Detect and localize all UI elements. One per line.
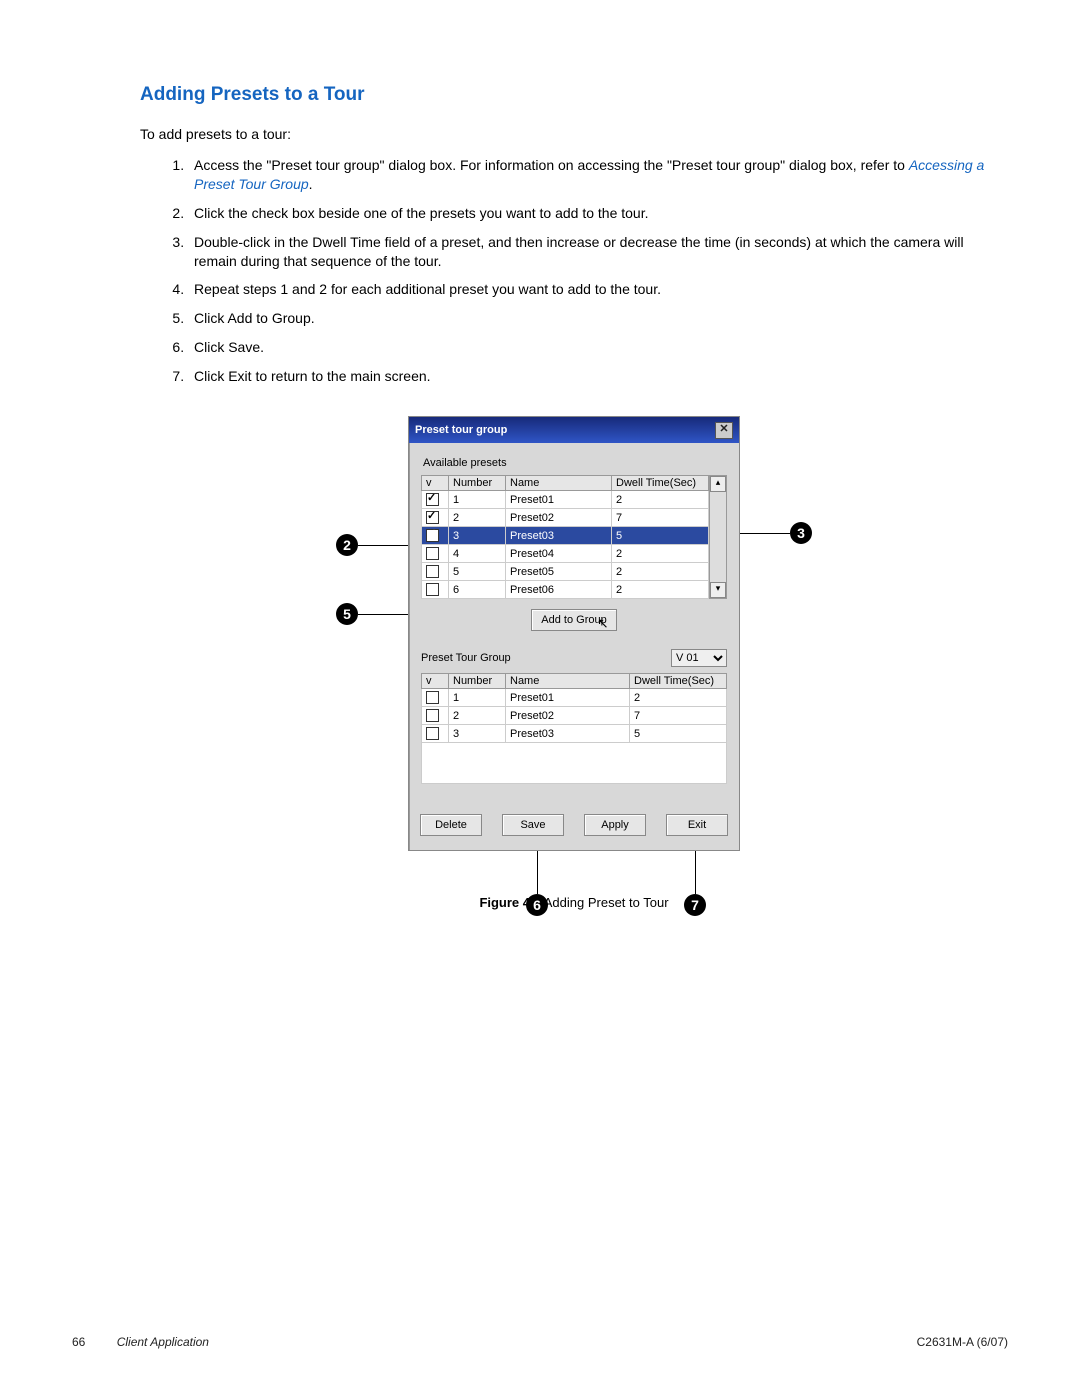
- preset-checkbox[interactable]: [426, 529, 439, 542]
- callout-2: 2: [336, 534, 358, 556]
- tour-group-table: v Number Name Dwell Time(Sec) 1Preset012…: [421, 673, 727, 743]
- footer-app-name: Client Application: [117, 1335, 209, 1349]
- cell-dwell[interactable]: 7: [612, 509, 709, 527]
- table-row[interactable]: 2Preset027: [422, 707, 727, 725]
- cell-dwell[interactable]: 5: [630, 725, 727, 743]
- table-row[interactable]: 6Preset062: [422, 581, 709, 599]
- figure-wrap: 2 3 5 6 7 Preset tour group ✕ Available …: [354, 416, 794, 910]
- step-1-text-a: Access the "Preset tour group" dialog bo…: [194, 157, 909, 173]
- available-presets-table: v Number Name Dwell Time(Sec) 1Preset012…: [421, 475, 709, 599]
- preset-checkbox[interactable]: [426, 583, 439, 596]
- callout-5: 5: [336, 603, 358, 625]
- apply-button[interactable]: Apply: [584, 814, 646, 836]
- cell-name: Preset05: [506, 563, 612, 581]
- section-heading: Adding Presets to a Tour: [140, 84, 1008, 106]
- cell-dwell[interactable]: 2: [612, 491, 709, 509]
- cell-number: 4: [449, 545, 506, 563]
- available-presets-label: Available presets: [423, 457, 727, 469]
- figure-caption: Figure 47. Adding Preset to Tour: [354, 895, 794, 910]
- cell-name: Preset02: [506, 509, 612, 527]
- step-7: Click Exit to return to the main screen.: [188, 367, 1008, 386]
- col-dwell[interactable]: Dwell Time(Sec): [612, 476, 709, 491]
- preset-tour-group-label: Preset Tour Group: [421, 652, 511, 664]
- step-3: Double-click in the Dwell Time field of …: [188, 233, 1008, 271]
- col-number-2[interactable]: Number: [449, 674, 506, 689]
- step-5: Click Add to Group.: [188, 309, 1008, 328]
- table-row[interactable]: 3Preset035: [422, 527, 709, 545]
- cell-number: 1: [449, 491, 506, 509]
- delete-button[interactable]: Delete: [420, 814, 482, 836]
- step-6: Click Save.: [188, 338, 1008, 357]
- table-row[interactable]: 2Preset027: [422, 509, 709, 527]
- col-dwell-2[interactable]: Dwell Time(Sec): [630, 674, 727, 689]
- cell-dwell[interactable]: 7: [630, 707, 727, 725]
- preset-checkbox[interactable]: [426, 727, 439, 740]
- callout-3: 3: [790, 522, 812, 544]
- exit-button[interactable]: Exit: [666, 814, 728, 836]
- figure-caption-text: Adding Preset to Tour: [541, 895, 669, 910]
- step-4: Repeat steps 1 and 2 for each additional…: [188, 280, 1008, 299]
- cell-name: Preset03: [506, 527, 612, 545]
- dialog-titlebar[interactable]: Preset tour group ✕: [409, 417, 739, 443]
- cell-dwell[interactable]: 2: [612, 545, 709, 563]
- preset-checkbox[interactable]: [426, 493, 439, 506]
- callout-7: 7: [684, 894, 706, 916]
- tour-group-select[interactable]: V 01: [671, 649, 727, 667]
- cell-name: Preset03: [506, 725, 630, 743]
- callout-6: 6: [526, 894, 548, 916]
- footer-doc-id: C2631M-A (6/07): [917, 1335, 1008, 1349]
- page-number: 66: [72, 1335, 85, 1349]
- col-number[interactable]: Number: [449, 476, 506, 491]
- available-table-wrap: v Number Name Dwell Time(Sec) 1Preset012…: [421, 475, 727, 599]
- cell-dwell[interactable]: 2: [630, 689, 727, 707]
- preset-checkbox[interactable]: [426, 691, 439, 704]
- table-row[interactable]: 1Preset012: [422, 491, 709, 509]
- preset-tour-group-dialog: Preset tour group ✕ Available presets v …: [408, 416, 740, 851]
- preset-checkbox[interactable]: [426, 511, 439, 524]
- cell-number: 3: [449, 725, 506, 743]
- col-name[interactable]: Name: [506, 476, 612, 491]
- dialog-title: Preset tour group: [415, 424, 507, 436]
- callout-2-lead: [358, 545, 408, 546]
- cell-number: 1: [449, 689, 506, 707]
- preset-checkbox[interactable]: [426, 547, 439, 560]
- col-v-2[interactable]: v: [422, 674, 449, 689]
- cell-name: Preset01: [506, 491, 612, 509]
- scroll-up-icon[interactable]: ▴: [710, 476, 726, 492]
- cell-dwell[interactable]: 5: [612, 527, 709, 545]
- scroll-down-icon[interactable]: ▾: [710, 582, 726, 598]
- cell-name: Preset02: [506, 707, 630, 725]
- col-name-2[interactable]: Name: [506, 674, 630, 689]
- cell-number: 3: [449, 527, 506, 545]
- table-row[interactable]: 1Preset012: [422, 689, 727, 707]
- cell-name: Preset06: [506, 581, 612, 599]
- cell-number: 2: [449, 707, 506, 725]
- cursor-icon: ↖: [597, 615, 609, 632]
- cell-number: 2: [449, 509, 506, 527]
- col-v[interactable]: v: [422, 476, 449, 491]
- cell-number: 5: [449, 563, 506, 581]
- intro-text: To add presets to a tour:: [140, 126, 1008, 142]
- close-icon[interactable]: ✕: [715, 422, 733, 439]
- save-button[interactable]: Save: [502, 814, 564, 836]
- table-row[interactable]: 4Preset042: [422, 545, 709, 563]
- cell-name: Preset04: [506, 545, 612, 563]
- step-1: Access the "Preset tour group" dialog bo…: [188, 156, 1008, 194]
- table-row[interactable]: 3Preset035: [422, 725, 727, 743]
- step-2: Click the check box beside one of the pr…: [188, 204, 1008, 223]
- cell-dwell[interactable]: 2: [612, 581, 709, 599]
- cell-name: Preset01: [506, 689, 630, 707]
- preset-checkbox[interactable]: [426, 709, 439, 722]
- cell-dwell[interactable]: 2: [612, 563, 709, 581]
- step-1-text-b: .: [309, 176, 313, 192]
- preset-checkbox[interactable]: [426, 565, 439, 578]
- page-footer: 66 Client Application C2631M-A (6/07): [0, 1335, 1080, 1349]
- table-row[interactable]: 5Preset052: [422, 563, 709, 581]
- available-scrollbar[interactable]: ▴ ▾: [709, 475, 727, 599]
- cell-number: 6: [449, 581, 506, 599]
- step-list: Access the "Preset tour group" dialog bo…: [140, 156, 1008, 386]
